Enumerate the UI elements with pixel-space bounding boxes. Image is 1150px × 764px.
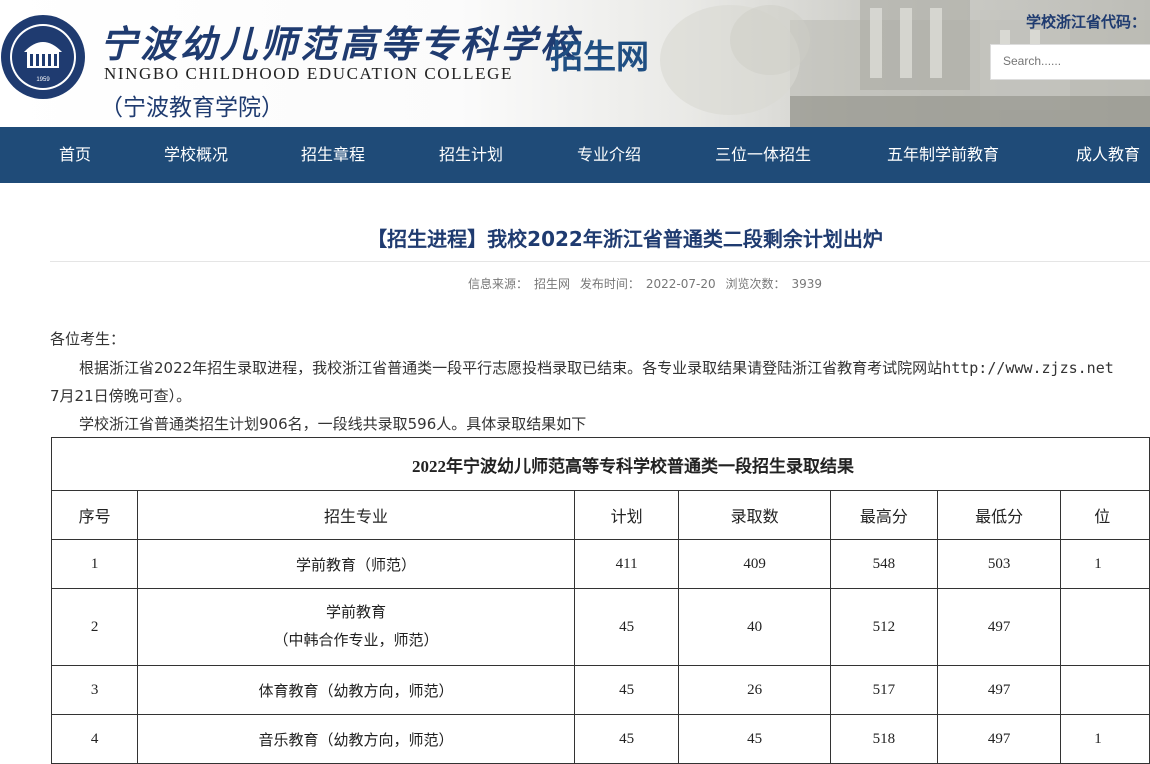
header-rank: 位 [1060,490,1150,540]
cell-major: 音乐教育（幼教方向，师范） [137,714,575,764]
header-plan: 计划 [573,490,680,540]
nav-item-adult-education[interactable]: 成人教育 [1076,127,1140,183]
cell-max: 512 [829,588,938,666]
college-name-english: NINGBO CHILDHOOD EDUCATION COLLEGE [104,64,514,83]
cell-rank: 1 [1060,539,1150,589]
cell-admitted: 45 [678,714,831,764]
cell-no: 2 [50,588,139,666]
meta-source: 招生网 [534,277,571,291]
meta-views-label: 浏览次数： [725,277,786,291]
nav-item-home[interactable]: 首页 [59,127,91,183]
meta-views: 3939 [791,277,822,291]
cell-min: 497 [936,714,1062,764]
paragraph-2: 学校浙江省普通类招生计划906名，一段线共录取596人。具体录取结果如下 [79,415,587,433]
header-admitted: 录取数 [678,490,831,540]
header-min: 最低分 [936,490,1062,540]
cell-plan: 45 [573,714,680,764]
table-header-row: 序号 招生专业 计划 录取数 最高分 最低分 位 [50,490,1150,540]
college-logo: 1959 [1,15,85,99]
header-no: 序号 [50,490,139,540]
nav-item-charter[interactable]: 招生章程 [301,127,365,183]
search-box [990,44,1150,80]
article-meta: 信息来源： 招生网 发布时间： 2022-07-20 浏览次数： 3939 [0,275,1150,292]
meta-time-label: 发布时间： [579,277,640,291]
cell-major-line1: 学前教育 [326,605,387,621]
title-divider [50,261,1150,262]
cell-plan: 45 [573,588,680,666]
meta-time: 2022-07-20 [645,277,716,291]
paragraph-1: 根据浙江省2022年招生录取进程，我校浙江省普通类一段平行志愿投档录取已结束。各… [79,357,1114,378]
paragraph-1-continued: 7月21日傍晚可查）。 [50,387,192,405]
nav-item-overview[interactable]: 学校概况 [164,127,228,183]
table-row: 4 音乐教育（幼教方向，师范） 45 45 518 497 1 [50,714,1150,764]
table-caption: 2022年宁波幼儿师范高等专科学校普通类一段招生录取结果 [51,437,1150,491]
cell-plan: 411 [573,539,680,589]
cell-max: 548 [829,539,938,589]
header-major: 招生专业 [137,490,575,540]
cell-no: 1 [50,539,139,589]
nav-item-plan[interactable]: 招生计划 [439,127,503,183]
table-row: 2 学前教育 （中韩合作专业，师范） 45 40 512 497 [50,588,1150,666]
cell-no: 3 [50,665,139,715]
cell-rank [1060,665,1150,715]
search-input[interactable] [991,45,1150,77]
cell-major: 体育教育（幼教方向，师范） [137,665,575,715]
cell-major: 学前教育 （中韩合作专业，师范） [137,588,575,666]
school-code-label: 学校浙江省代码： [1026,13,1147,31]
table-row: 3 体育教育（幼教方向，师范） 45 26 517 497 [50,665,1150,715]
college-name-chinese: 宁波幼儿师范高等专科学校 [100,22,580,66]
nav-item-three-in-one[interactable]: 三位一体招生 [715,127,811,183]
admission-results-table: 2022年宁波幼儿师范高等专科学校普通类一段招生录取结果 序号 招生专业 计划 … [50,437,1150,764]
cell-admitted: 409 [678,539,831,589]
table-caption-row: 2022年宁波幼儿师范高等专科学校普通类一段招生录取结果 [51,437,1150,491]
site-header: 1959 宁波幼儿师范高等专科学校 NINGBO CHILDHOOD EDUCA… [0,0,1150,127]
table-row: 1 学前教育（师范） 411 409 548 503 1 [50,539,1150,589]
main-nav: 首页 学校概况 招生章程 招生计划 专业介绍 三位一体招生 五年制学前教育 成人… [0,127,1150,183]
cell-rank [1060,588,1150,666]
cell-max: 517 [829,665,938,715]
cell-max: 518 [829,714,938,764]
cell-admitted: 40 [678,588,831,666]
cell-plan: 45 [573,665,680,715]
cell-major: 学前教育（师范） [137,539,575,589]
cell-min: 497 [936,588,1062,666]
cell-admitted: 26 [678,665,831,715]
college-alternate-name: （宁波教育学院） [100,95,284,120]
cell-rank: 1 [1060,714,1150,764]
nav-item-five-year[interactable]: 五年制学前教育 [887,127,999,183]
article-title: 【招生进程】我校2022年浙江省普通类二段剩余计划出炉 [367,227,883,251]
greeting-text: 各位考生： [50,330,126,348]
nav-item-majors[interactable]: 专业介绍 [577,127,641,183]
exam-website-link[interactable]: http://www.zjzs.net [942,359,1114,377]
cell-no: 4 [50,714,139,764]
site-name-label: 招生网 [550,38,649,75]
cell-major-line2: （中韩合作专业，师范） [273,633,439,649]
cell-min: 497 [936,665,1062,715]
cell-min: 503 [936,539,1062,589]
paragraph-1-text: 根据浙江省2022年招生录取进程，我校浙江省普通类一段平行志愿投档录取已结束。各… [79,359,943,377]
meta-source-label: 信息来源： [467,277,528,291]
svg-text:1959: 1959 [36,77,50,83]
header-max: 最高分 [829,490,938,540]
